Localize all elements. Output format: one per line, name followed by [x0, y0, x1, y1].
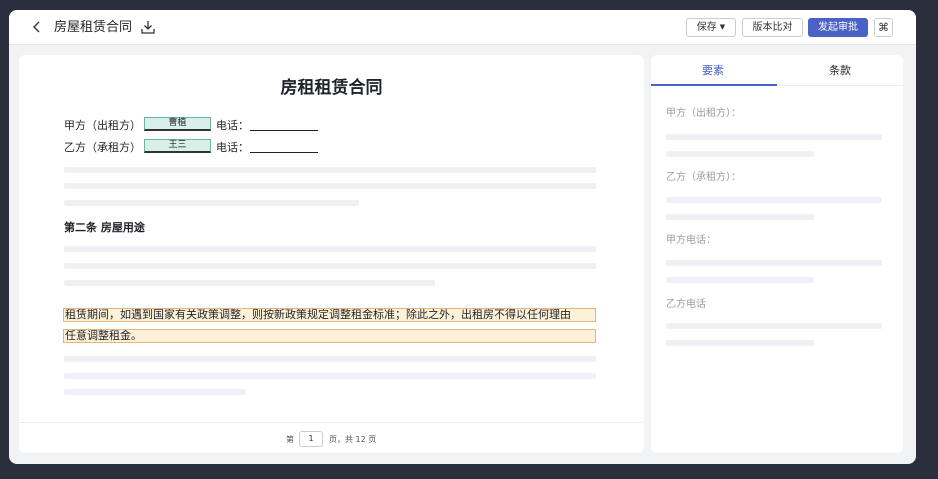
text-placeholder: [64, 389, 246, 395]
elements-panel: 要素 条款 甲方（出租方）： 乙方（承租方）： 甲方电话： 乙方电话: [651, 55, 903, 453]
pagination: 第 1 页，共 12 页: [19, 422, 644, 453]
save-button-label: 保存: [696, 22, 717, 33]
party-a-label: 甲方（出租方）: [64, 119, 141, 132]
tab-elements[interactable]: 要素: [702, 64, 724, 78]
field-value-placeholder: [666, 277, 814, 283]
submit-approval-button[interactable]: 发起审批: [808, 18, 868, 37]
field-value-placeholder: [666, 134, 882, 140]
text-placeholder: [64, 356, 596, 362]
party-a-phone-blank[interactable]: [250, 130, 318, 131]
document-panel: 房租租赁合同 甲方（出租方） 曹植 电话： 乙方（承租方） 王三 电话： 第二条…: [19, 55, 644, 453]
panel-tabs: 要素 条款: [651, 55, 903, 86]
text-placeholder: [64, 280, 435, 286]
tab-clauses[interactable]: 条款: [829, 64, 851, 78]
party-a-name-field[interactable]: 曹植: [144, 117, 211, 131]
text-placeholder: [64, 183, 596, 189]
text-placeholder: [64, 373, 596, 379]
contract-title: 房租租赁合同: [280, 78, 383, 98]
field-value-placeholder: [666, 260, 882, 266]
section-title: 第二条 房屋用途: [64, 221, 145, 234]
document-name: 房屋租赁合同: [54, 20, 133, 35]
page-number-input[interactable]: 1: [299, 431, 323, 447]
highlighted-clause-line-1[interactable]: 租赁期间，如遇到国家有关政策调整，则按新政策规定调整租金标准；除此之外，出租房不…: [63, 308, 596, 322]
text-placeholder: [64, 167, 596, 173]
top-bar: 房屋租赁合同 保存 ▼ 版本比对 发起审批 ⌘: [9, 10, 916, 45]
party-b-label: 乙方（承租方）: [64, 141, 141, 154]
active-tab-indicator: [651, 84, 777, 86]
save-button[interactable]: 保存 ▼: [686, 18, 736, 37]
party-b-phone-blank[interactable]: [250, 152, 318, 153]
field-party-b-label: 乙方（承租方）：: [666, 172, 741, 183]
party-a-phone-label: 电话：: [216, 119, 249, 132]
chevron-left-icon[interactable]: [30, 19, 44, 35]
field-party-a-phone-label: 甲方电话：: [666, 235, 716, 246]
field-value-placeholder: [666, 214, 814, 220]
caret-down-icon: ▼: [719, 23, 726, 31]
text-placeholder: [64, 200, 359, 206]
app-window: 房屋租赁合同 保存 ▼ 版本比对 发起审批 ⌘ 房租租赁合同 甲方（出租方） 曹植…: [9, 10, 916, 464]
field-value-placeholder: [666, 197, 882, 203]
party-b-phone-label: 电话：: [216, 141, 249, 154]
page-total: 页，共 12 页: [329, 435, 377, 444]
command-icon[interactable]: ⌘: [874, 18, 893, 37]
field-value-placeholder: [666, 151, 814, 157]
text-placeholder: [64, 246, 596, 252]
page-prefix: 第: [286, 435, 294, 444]
field-party-a-label: 甲方（出租方）：: [666, 108, 741, 119]
field-value-placeholder: [666, 340, 814, 346]
party-b-name-field[interactable]: 王三: [144, 139, 211, 153]
text-placeholder: [64, 263, 596, 269]
field-value-placeholder: [666, 323, 882, 329]
highlighted-clause-line-2[interactable]: 任意调整租金。: [63, 329, 596, 343]
version-compare-button[interactable]: 版本比对: [742, 18, 803, 37]
download-icon[interactable]: [140, 19, 156, 35]
field-party-b-phone-label: 乙方电话: [666, 299, 706, 310]
